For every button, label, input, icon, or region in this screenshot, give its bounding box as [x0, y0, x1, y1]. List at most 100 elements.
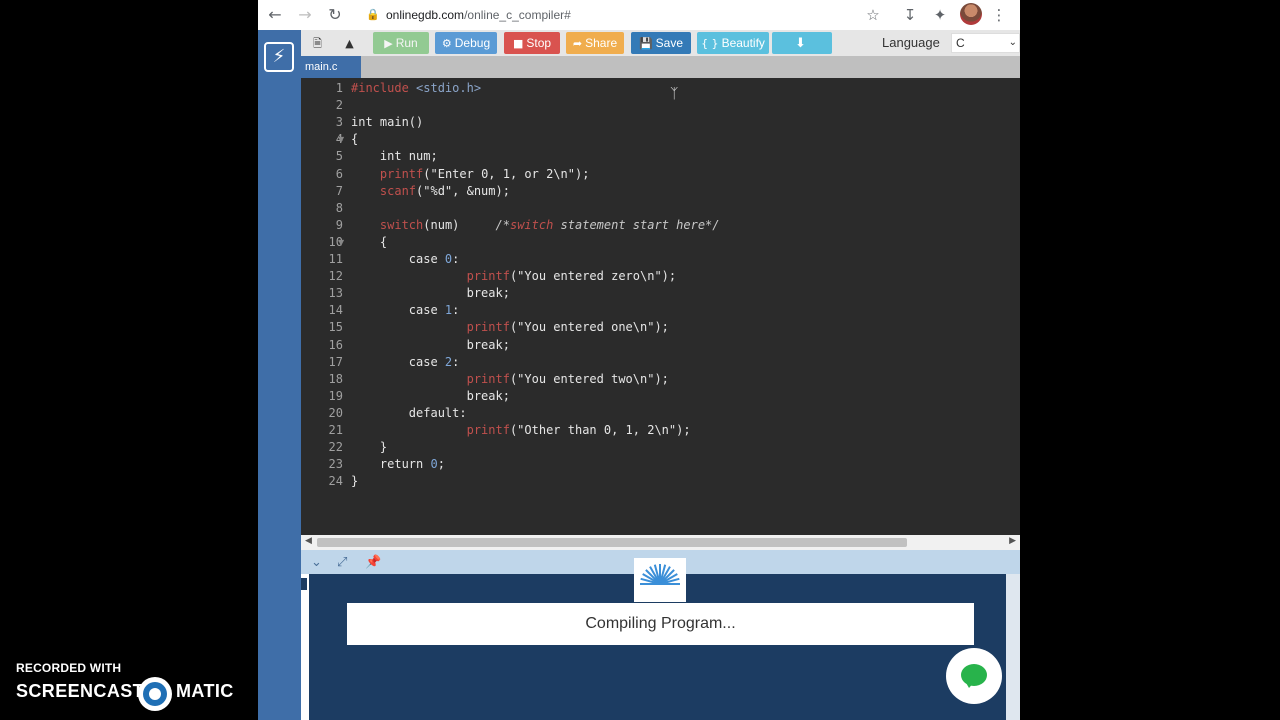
new-file-icon[interactable]: 🗎 [309, 32, 329, 54]
arrow-left-icon[interactable]: ← [264, 4, 286, 26]
screencast-watermark: RECORDED WITH SCREENCAST MATIC [16, 661, 246, 711]
line-number: 11 [328, 252, 343, 266]
run-label: Run [395, 36, 418, 50]
code-line[interactable]: printf("Enter 0, 1, or 2\n"); [351, 166, 590, 183]
line-number: 9 [335, 217, 343, 232]
code-line[interactable]: case 1: [351, 302, 460, 319]
code-line[interactable]: return 0; [351, 456, 445, 473]
text-cursor-icon: ᛉ [670, 86, 679, 102]
line-number: 3 [335, 115, 343, 130]
loader-ray [660, 583, 680, 585]
address-bar[interactable]: 🔒 onlinegdb.com/online_c_compiler# [358, 3, 888, 27]
browser-toolbar: ← → ↻ 🔒 onlinegdb.com/online_c_compiler#… [258, 0, 1020, 30]
debug-icon: ⚙ [441, 37, 452, 50]
url-text: onlinegdb.com/online_c_compiler# [386, 8, 571, 22]
code-line[interactable]: int main() [351, 114, 423, 131]
chat-icon-tail [965, 681, 975, 688]
line-number: 5 [335, 149, 343, 164]
code-line[interactable]: } [351, 473, 358, 490]
code-line[interactable]: case 0: [351, 251, 460, 268]
scroll-left-icon[interactable]: ◀ [305, 536, 312, 546]
file-tab-main-c[interactable]: main.c [301, 56, 361, 78]
code-line[interactable]: {▼ [338, 234, 387, 251]
download-icon[interactable]: ↧ [899, 4, 921, 26]
code-line[interactable]: case 2: [351, 354, 460, 371]
language-select[interactable]: C ⌄ [951, 33, 1020, 53]
puzzle-icon[interactable]: ✦ [929, 4, 951, 26]
language-label: Language [882, 35, 940, 50]
line-number: 14 [328, 303, 343, 318]
code-area[interactable]: #include <stdio.h> int main(){▼ int num; … [338, 78, 1011, 535]
code-line[interactable]: switch(num) /*switch statement start her… [351, 217, 720, 234]
console-scrollbar[interactable] [1006, 574, 1020, 720]
fold-toggle-icon[interactable]: ▼ [338, 131, 344, 148]
stop-label: Stop [526, 36, 552, 50]
line-number: 2 [335, 98, 343, 113]
screen: ← → ↻ 🔒 onlinegdb.com/online_c_compiler#… [0, 0, 1280, 720]
scrollbar-thumb[interactable] [317, 538, 907, 547]
line-number: 23 [328, 457, 343, 472]
code-line[interactable]: {▼ [338, 131, 358, 148]
url-host: onlinegdb.com [386, 8, 465, 22]
code-line[interactable]: default: [351, 405, 467, 422]
side-rail: ⚡ [258, 30, 301, 720]
save-icon: 💾 [638, 37, 653, 50]
fold-toggle-icon[interactable]: ▼ [338, 234, 344, 251]
ide-toolbar: 🗎 ▲ ▶ Run ⚙ Debug ■ Stop ➦ Share 💾 Save { } Be… [301, 30, 1020, 56]
language-value: C [956, 36, 965, 50]
run-button[interactable]: ▶ Run [373, 32, 429, 54]
line-number: 4 [335, 132, 343, 147]
url-path: /online_c_compiler# [464, 8, 571, 22]
code-line[interactable]: printf("You entered one\n"); [351, 319, 669, 336]
watermark-top-text: RECORDED WITH [16, 661, 122, 675]
reload-icon[interactable]: ↻ [324, 4, 346, 26]
browser-window: ← → ↻ 🔒 onlinegdb.com/online_c_compiler#… [258, 0, 1020, 720]
play-icon: ▶ [384, 37, 393, 50]
beautify-button[interactable]: { } Beautify [697, 32, 769, 54]
code-line[interactable]: printf("Other than 0, 1, 2\n"); [351, 422, 691, 439]
debug-button[interactable]: ⚙ Debug [435, 32, 497, 54]
scroll-right-icon[interactable]: ▶ [1009, 536, 1016, 546]
chevron-down-icon[interactable]: ⌄ [311, 555, 322, 570]
line-number: 22 [328, 440, 343, 455]
console-panel[interactable]: Compiling Program... [301, 558, 1020, 720]
code-line[interactable]: printf("You entered zero\n"); [351, 268, 677, 285]
avatar[interactable] [960, 3, 982, 25]
line-number: 24 [328, 474, 343, 489]
download-button[interactable]: ⬇ [772, 32, 832, 54]
line-number: 17 [328, 354, 343, 369]
chevron-down-icon: ⌄ [1008, 37, 1017, 48]
code-line[interactable]: break; [351, 388, 510, 405]
save-label: Save [655, 36, 684, 50]
bolt-logo-icon[interactable]: ⚡ [264, 42, 294, 72]
console-cursor [301, 578, 307, 590]
code-line[interactable]: break; [351, 337, 510, 354]
stop-button[interactable]: ■ Stop [504, 32, 560, 54]
line-number: 16 [328, 337, 343, 352]
kebab-menu-icon[interactable]: ⋮ [988, 4, 1010, 26]
code-line[interactable]: int num; [351, 148, 438, 165]
arrow-right-icon[interactable]: → [294, 4, 316, 26]
code-editor[interactable]: 1 2 3 4 5 6 7 8 9 10 11 12 13 14 15 16 17 18 19 20 21 22 23 24 … [301, 78, 1020, 535]
lock-icon[interactable]: 🔒 [366, 8, 380, 22]
watermark-left-text: SCREENCAST [16, 681, 145, 701]
expand-icon[interactable]: ⤢ [337, 555, 347, 570]
code-line[interactable]: #include <stdio.h> [351, 80, 481, 97]
horizontal-scrollbar[interactable]: ◀ ▶ [301, 535, 1020, 550]
upload-icon[interactable]: ▲ [341, 32, 361, 54]
share-icon: ➦ [572, 37, 583, 50]
share-button[interactable]: ➦ Share [566, 32, 624, 54]
line-number: 7 [335, 183, 343, 198]
star-icon[interactable]: ☆ [862, 4, 884, 26]
chat-button[interactable] [946, 648, 1002, 704]
line-number: 13 [328, 286, 343, 301]
line-number: 20 [328, 405, 343, 420]
code-line[interactable]: printf("You entered two\n"); [351, 371, 669, 388]
code-line[interactable]: } [351, 439, 387, 456]
save-button[interactable]: 💾 Save [631, 32, 691, 54]
screencast-logo-icon [138, 677, 172, 711]
pin-icon[interactable]: 📌 [365, 555, 381, 570]
watermark-right-text: MATIC [176, 681, 234, 701]
code-line[interactable]: break; [351, 285, 510, 302]
code-line[interactable]: scanf("%d", &num); [351, 183, 510, 200]
